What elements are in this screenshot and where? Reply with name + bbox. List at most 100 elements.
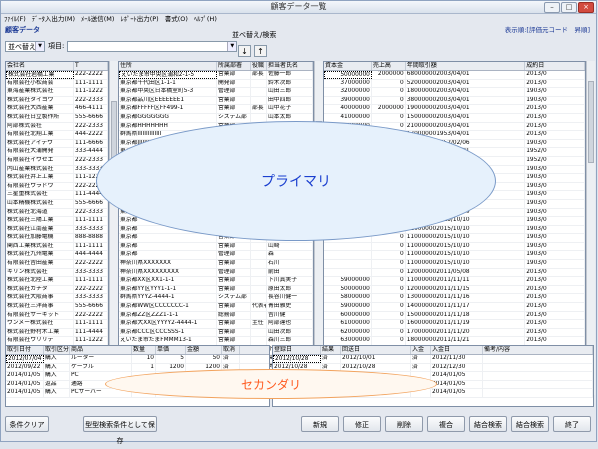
new-button[interactable]: 新規 [301,416,339,432]
item-select[interactable]: ▼ [67,40,238,52]
column-header[interactable]: 会社名 [6,62,74,70]
edit-button[interactable]: 修正 [343,416,381,432]
column-header[interactable]: 役職 [251,62,267,70]
delete-button[interactable]: 削除 [385,416,423,432]
menu-data-io[interactable]: ﾃﾞｰﾀ入出力(M) [32,14,75,24]
save-search-button[interactable]: 型型検索条件として保存 [83,416,157,445]
column-header[interactable]: 住所 [119,62,217,70]
table-row[interactable]: 株式会社岩橋工業 222-2222 [6,71,108,80]
column-header[interactable]: 成約日 [525,62,585,70]
table-row[interactable]: 0110000002015/10/101903/0 [324,242,585,252]
table-row[interactable]: 59000000 0 140000002011/11/17 2013/0 [324,303,585,312]
combine-save-button[interactable]: 結合検索 [469,416,507,432]
table-row[interactable]: 東海産業株式会社 111-1222 [6,88,108,97]
menu-help[interactable]: ﾍﾙﾌﾟ(H) [194,14,217,24]
sort-mode-select[interactable]: 並べ替え ▼ [5,40,45,52]
table-row[interactable]: 有限会社ワラドウ 222-2222 [6,182,108,192]
table-row[interactable]: 株式会社北海道 222-3333 [6,208,108,218]
table-row[interactable]: 60000000 0 150000002011/11/18 2013/0 [324,311,585,321]
table-row[interactable]: 2012/07/04 購入 ルーター 10 5 50 済 [6,355,269,364]
table-row[interactable]: 東京都CCC区CCCSSS-1 営業部 山田次郎 [119,328,313,338]
table-row[interactable]: 40000000 2000000 190000002003/04/01 2013/0 [324,105,585,114]
sort-up-icon[interactable]: ↑ [254,45,267,57]
table-row[interactable]: 37000000 0 520000002003/04/01 2013/0 [324,79,585,89]
table-row[interactable]: 東京都 営業部 山崎 [119,242,313,252]
clear-conditions-button[interactable]: 条件クリア [5,416,49,432]
table-row[interactable]: 有限会社大浦開発 333-4444 [6,148,108,157]
table-row[interactable]: 株式会社井上工業 111-1222 [6,174,108,183]
column-header[interactable]: T [74,62,108,70]
table-row[interactable]: 株式会社三洋商事 555-6666 [6,303,108,312]
table-row[interactable]: 株式会社三陽工業 111-1111 [6,217,108,226]
column-header[interactable]: 担当者氏名 [267,62,313,70]
table-row[interactable]: 株式会社野村木工業 111-4444 [6,328,108,338]
column-header[interactable]: 所属部署 [217,62,251,70]
table-row[interactable]: 内山産業株式会社 333-3333 [6,165,108,175]
table-row[interactable]: 株式会社アイテワ 111-6666 [6,139,108,149]
column-header[interactable]: 商品 [70,346,132,354]
table-row[interactable]: 59000000 0 110000002011/11/11 2013/0 [324,277,585,286]
table-row[interactable]: 有限会社小松商会 111-1111 [6,79,108,89]
column-header[interactable]: 登録日 [273,346,321,354]
column-header[interactable]: 資本金 [324,62,372,70]
menu-format[interactable]: 書式(O) [165,14,188,24]
copy-button[interactable]: 複合 [427,416,465,432]
column-header[interactable]: 回送日 [341,346,411,354]
table-row[interactable]: 有限会社サーキット 222-2222 [6,311,108,321]
table-row[interactable]: 東京都YY区YYY1-1-1 営業部 原田太郎 [119,285,313,295]
table-row[interactable]: 株式会社加藤電機 888-8888 [6,234,108,243]
table-row[interactable]: 東京都千代田区1-1-1 開発部 鈴木次郎 [119,79,313,89]
table-row[interactable]: 2012/10/28 済 2012/10/01 済 2012/11/30 [273,355,593,364]
column-header[interactable]: 売上高 [372,62,406,70]
table-row[interactable]: 東京都中央区日本橋室町5-3 管理部 山田三郎 [119,88,313,97]
column-header[interactable]: 取引日付 [6,346,44,354]
column-header[interactable]: 入金 [411,346,431,354]
table-row[interactable]: 50000000 2000000 680000002003/04/01 2013/0 [324,71,585,80]
table-row[interactable]: キリン株式会社 333-3333 [6,268,108,278]
table-row[interactable]: 関西工業株式会社 111-1111 [6,242,108,252]
table-row[interactable]: 神奈川県XXXXXXX 営業部 石川 [119,260,313,269]
table-row[interactable]: 東京都ZZ区ZZZ1-1-1 総務部 吉川健 [119,311,313,321]
column-header[interactable]: 取引区分 [44,346,70,354]
table-row[interactable]: 神奈川県XXXXXXXXX 管理部 前田 [119,268,313,278]
table-row[interactable]: 株式会社九州電業 444-4444 [6,251,108,261]
table-row[interactable]: 50000000 0 120000002011/11/15 2013/0 [324,285,585,295]
table-row[interactable]: 有限会社北翔工業 444-2222 [6,131,108,140]
column-header[interactable]: 単価 [156,346,186,354]
table-row[interactable]: 三星重株式会社 111-4444 [6,191,108,200]
table-row[interactable]: 株式会社江南産業 333-3333 [6,225,108,235]
table-row[interactable]: 0110000002015/10/101903/0 [324,251,585,261]
table-row[interactable]: 39000000 0 380000002003/04/01 1903/0 [324,96,585,106]
combine-search-button[interactable]: 結合検索 [511,416,549,432]
column-header[interactable]: 備考/内容 [483,346,593,354]
table-row[interactable]: 株式会社大阪商事 333-3333 [6,294,108,304]
table-row[interactable]: 株式会社カナタ 222-2222 [6,285,108,295]
menu-mail[interactable]: ﾒｰﾙ送信(M) [81,14,114,24]
table-row[interactable]: 有限会社イワセエ 222-2333 [6,156,108,166]
table-row[interactable]: 東京都 管理部 森 [119,251,313,261]
table-row[interactable]: 山本精機株式会社 555-6666 [6,199,108,209]
maximize-icon[interactable]: □ [561,2,577,13]
table-row[interactable]: 株式会社大西産業 466-4111 [6,105,108,114]
table-row[interactable]: 58000000 0 130000002011/11/16 2013/0 [324,294,585,304]
table-row[interactable]: 62000000 0 170000002011/11/20 2013/0 [324,328,585,338]
table-row[interactable]: 東京都FFFFF区FF499-1 営業部 部長 山中花子 [119,105,313,114]
table-row[interactable]: 株式会社北陸工業 111-1111 [6,277,108,286]
table-row[interactable]: えいたま市中央区浦和2-1-5 営業部 部長 佐藤一郎 [119,71,313,80]
column-header[interactable]: 取消 [222,346,240,354]
column-header[interactable]: 年間取引額 [406,62,526,70]
table-row[interactable]: 東京都品川区EEEEEEE1 営業部 田中四郎 [119,96,313,106]
menu-report[interactable]: ﾚﾎﾟｰﾄ出力(P) [120,14,158,24]
column-header[interactable]: 入金日 [431,346,483,354]
table-row[interactable]: 0 120000002011/05/08 2013/0 [324,268,585,278]
close-button[interactable]: 終了 [553,416,591,432]
sort-down-icon[interactable]: ↓ [238,45,251,57]
table-row[interactable]: 群馬県YYYZ-4444-1 システム部 長谷川健一 [119,294,313,304]
column-header[interactable]: 結果 [321,346,341,354]
column-header[interactable]: 金額 [186,346,222,354]
minimize-icon[interactable]: – [544,2,560,13]
table-row[interactable]: 東京都WW区CCCCCCC-1営業部代表者青田雅史 [119,303,313,312]
close-icon[interactable]: × [578,2,594,13]
table-row[interactable]: 株式会社タイヨウ 222-2333 [6,96,108,106]
table-row[interactable]: 41000000 0 150000002003/04/01 2013/0 [324,113,585,123]
